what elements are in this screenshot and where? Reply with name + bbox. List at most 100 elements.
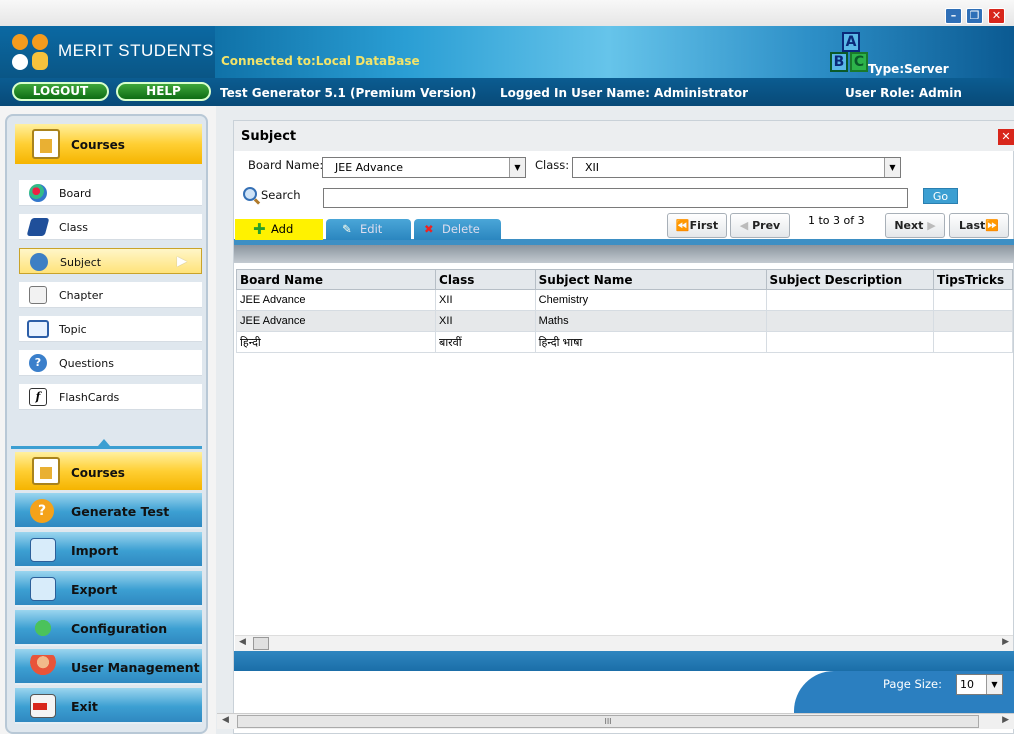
nav-bar: LOGOUT HELP Test Generator 5.1 (Premium … xyxy=(0,78,1014,106)
logo-area: MERIT STUDENTS xyxy=(0,26,215,78)
table-row[interactable]: JEE Advance XII Maths xyxy=(235,310,1013,332)
page-info: 1 to 3 of 3 xyxy=(808,214,865,227)
prev-button[interactable]: ◀ Prev xyxy=(730,213,790,238)
first-button[interactable]: ⏪First xyxy=(667,213,727,238)
help-button[interactable]: HELP xyxy=(116,82,211,101)
delete-icon: ✖ xyxy=(424,222,434,236)
class-value: XII xyxy=(585,161,600,174)
logo-icon xyxy=(12,34,52,72)
chapter-icon xyxy=(29,286,47,304)
column-header[interactable]: Subject Name xyxy=(534,269,767,290)
sidebar-section-courses[interactable]: Courses xyxy=(15,124,202,164)
sidebar-item-class[interactable]: Class xyxy=(19,214,202,240)
module-export[interactable]: Export xyxy=(15,571,202,607)
topic-icon xyxy=(27,320,49,338)
module-label: Import xyxy=(71,543,119,558)
user-role: User Role: Admin xyxy=(845,86,962,100)
module-label: Configuration xyxy=(71,621,168,636)
chevron-down-icon[interactable]: ▼ xyxy=(884,158,900,177)
close-panel-icon[interactable]: ✕ xyxy=(998,129,1014,145)
table-cell: XII xyxy=(435,310,536,332)
server-type: Type:Server xyxy=(868,62,949,76)
table-cell: XII xyxy=(435,289,536,311)
next-button[interactable]: Next ▶ xyxy=(885,213,945,238)
chevron-down-icon[interactable]: ▼ xyxy=(986,675,1002,694)
module-import[interactable]: Import xyxy=(15,532,202,568)
class-select[interactable]: XII ▼ xyxy=(572,157,901,178)
scroll-thumb[interactable] xyxy=(253,637,269,650)
close-icon[interactable]: ✕ xyxy=(988,8,1005,24)
delete-button[interactable]: ✖ Delete xyxy=(414,219,501,240)
table-cell: Chemistry xyxy=(534,289,767,311)
module-label: Export xyxy=(71,582,118,597)
edit-button[interactable]: ✎ Edit xyxy=(326,219,411,240)
board-name-value: JEE Advance xyxy=(335,161,403,174)
sidebar-item-topic[interactable]: Topic xyxy=(19,316,202,342)
class-icon xyxy=(26,218,50,236)
module-generate-test[interactable]: ? Generate Test xyxy=(15,493,202,529)
next-label: Next xyxy=(894,219,924,232)
column-header[interactable]: Board Name xyxy=(235,269,437,290)
add-label: Add xyxy=(271,222,294,236)
table-row[interactable]: JEE Advance XII Chemistry xyxy=(235,289,1013,311)
sidebar-item-board[interactable]: Board xyxy=(19,180,202,206)
scroll-right-icon[interactable]: ▶ xyxy=(1002,715,1009,725)
module-configuration[interactable]: Configuration xyxy=(15,610,202,646)
scroll-right-icon[interactable]: ▶ xyxy=(1002,637,1009,647)
sidebar-section-label: Courses xyxy=(71,138,125,152)
chevron-down-icon[interactable]: ▼ xyxy=(509,158,525,177)
delete-label: Delete xyxy=(442,222,480,236)
minimize-icon[interactable]: – xyxy=(945,8,962,24)
search-label: Search xyxy=(261,188,301,202)
board-icon xyxy=(29,184,47,202)
bottom-scrollbar[interactable]: ◀ III ▶ xyxy=(217,713,1014,729)
sidebar-item-questions[interactable]: ? Questions xyxy=(19,350,202,376)
prev-label: Prev xyxy=(752,219,781,232)
horizontal-scrollbar[interactable]: ◀ ▶ xyxy=(235,635,1013,651)
scroll-thumb[interactable]: III xyxy=(237,715,979,728)
edit-icon: ✎ xyxy=(342,222,352,236)
board-name-select[interactable]: JEE Advance ▼ xyxy=(322,157,526,178)
subject-grid: Board Name Class Subject Name Subject De… xyxy=(235,269,1013,353)
first-label: First xyxy=(689,219,719,232)
flashcards-icon: f xyxy=(29,388,47,406)
sidebar-item-subject[interactable]: Subject ▶ xyxy=(19,248,202,274)
search-icon-handle xyxy=(253,198,261,205)
last-button[interactable]: Last⏩ xyxy=(949,213,1009,238)
go-button[interactable]: Go xyxy=(923,188,958,204)
next-arrow-icon: ▶ xyxy=(923,219,936,232)
scroll-left-icon[interactable]: ◀ xyxy=(222,715,229,725)
grid-header-band xyxy=(234,245,1014,263)
table-cell: हिन्दी xyxy=(235,331,437,353)
page-size-select[interactable]: 10 ▼ xyxy=(956,674,1003,695)
add-button[interactable]: ✚ Add xyxy=(235,219,323,240)
logout-button[interactable]: LOGOUT xyxy=(12,82,109,101)
sidebar-item-flashcards[interactable]: f FlashCards xyxy=(19,384,202,410)
column-header[interactable]: Class xyxy=(435,269,536,290)
module-courses[interactable]: Courses xyxy=(15,452,202,490)
sidebar-item-chapter[interactable]: Chapter xyxy=(19,282,202,308)
last-arrow-icon: ⏩ xyxy=(985,219,999,232)
column-header[interactable]: Subject Description xyxy=(765,269,935,290)
search-input[interactable] xyxy=(323,188,908,208)
module-user-management[interactable]: User Management xyxy=(15,649,202,685)
logged-in-user: Logged In User Name: Administrator xyxy=(500,86,748,100)
scroll-left-icon[interactable]: ◀ xyxy=(239,637,246,647)
module-exit[interactable]: Exit xyxy=(15,688,202,724)
table-row[interactable]: हिन्दी बारवीं हिन्दी भाषा xyxy=(235,331,1013,353)
column-header[interactable]: TipsTricks xyxy=(933,269,1013,290)
app-name: MERIT STUDENTS xyxy=(58,41,214,60)
table-cell xyxy=(933,310,1013,332)
table-cell xyxy=(765,289,935,311)
table-cell: JEE Advance xyxy=(235,289,437,311)
sidebar-item-label: Subject xyxy=(60,256,102,269)
question-icon: ? xyxy=(29,354,47,372)
chevron-right-icon: ▶ xyxy=(177,254,187,269)
page-size-label: Page Size: xyxy=(883,677,942,691)
first-arrow-icon: ⏪ xyxy=(675,219,690,232)
subject-panel: Subject ✕ Board Name: JEE Advance ▼ Clas… xyxy=(217,120,1014,734)
sidebar-item-label: Class xyxy=(59,221,88,234)
prev-arrow-icon: ◀ xyxy=(739,219,753,232)
app-header: MERIT STUDENTS Connected to:Local DataBa… xyxy=(0,26,1014,78)
restore-icon[interactable]: ❐ xyxy=(966,8,983,24)
